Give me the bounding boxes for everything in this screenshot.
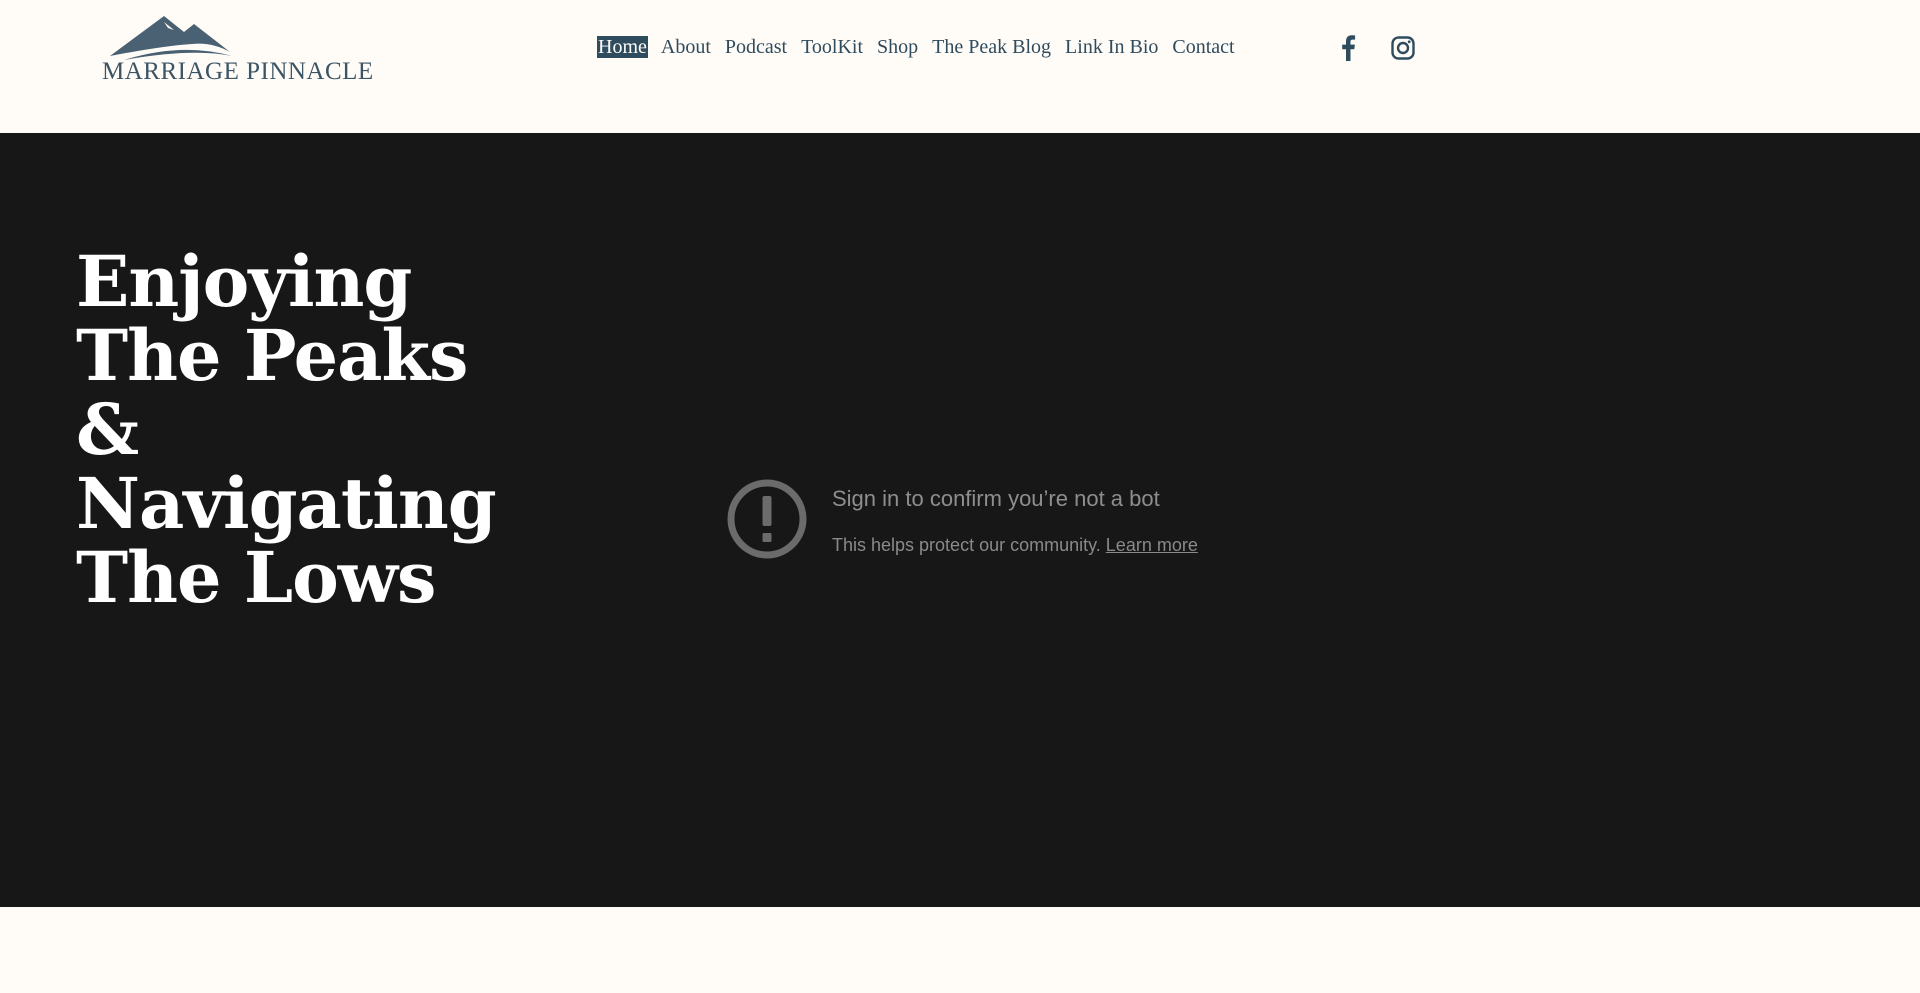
- alert-circle-icon: [727, 479, 807, 559]
- logo-text: MARRIAGE PINNACLE: [102, 58, 374, 85]
- facebook-icon[interactable]: [1334, 34, 1362, 62]
- site-logo[interactable]: MARRIAGE PINNACLE: [102, 12, 374, 88]
- nav-item-shop[interactable]: Shop: [870, 36, 925, 58]
- notice-title: Sign in to confirm you’re not a bot: [832, 486, 1160, 511]
- video-embed-notice: Sign in to confirm you’re not a bot This…: [726, 478, 1286, 568]
- notice-message: This helps protect our community. Learn …: [832, 535, 1198, 556]
- main-nav: Home About Podcast ToolKit Shop The Peak…: [597, 36, 1242, 58]
- nav-item-toolkit[interactable]: ToolKit: [794, 36, 870, 58]
- page-footer-band: [0, 907, 1920, 993]
- nav-item-about[interactable]: About: [654, 36, 718, 58]
- hero-title: Enjoying The Peaks & Navigating The Lows: [76, 240, 497, 619]
- nav-item-contact[interactable]: Contact: [1165, 36, 1241, 58]
- hero-section: Enjoying The Peaks & Navigating The Lows…: [0, 133, 1920, 907]
- instagram-icon[interactable]: [1389, 34, 1417, 62]
- mountain-logo-icon: [110, 16, 232, 60]
- nav-item-home[interactable]: Home: [597, 36, 648, 58]
- nav-item-link-in-bio[interactable]: Link In Bio: [1058, 36, 1165, 58]
- learn-more-link[interactable]: Learn more: [1106, 535, 1198, 555]
- site-header: MARRIAGE PINNACLE Home About Podcast Too…: [0, 0, 1920, 133]
- nav-item-peak-blog[interactable]: The Peak Blog: [925, 36, 1058, 58]
- nav-item-podcast[interactable]: Podcast: [718, 36, 794, 58]
- notice-message-text: This helps protect our community.: [832, 535, 1101, 555]
